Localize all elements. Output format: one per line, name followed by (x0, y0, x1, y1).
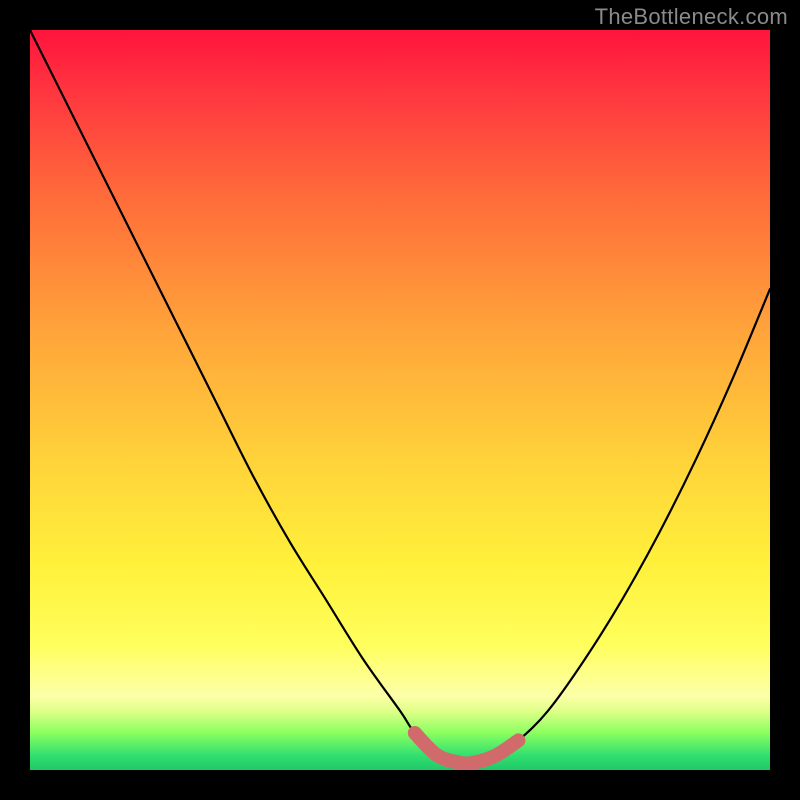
curve-line (30, 30, 770, 764)
flat-zone-marker (415, 733, 519, 764)
chart-svg (30, 30, 770, 770)
chart-plot-area (30, 30, 770, 770)
chart-frame: TheBottleneck.com (0, 0, 800, 800)
watermark: TheBottleneck.com (595, 4, 788, 30)
